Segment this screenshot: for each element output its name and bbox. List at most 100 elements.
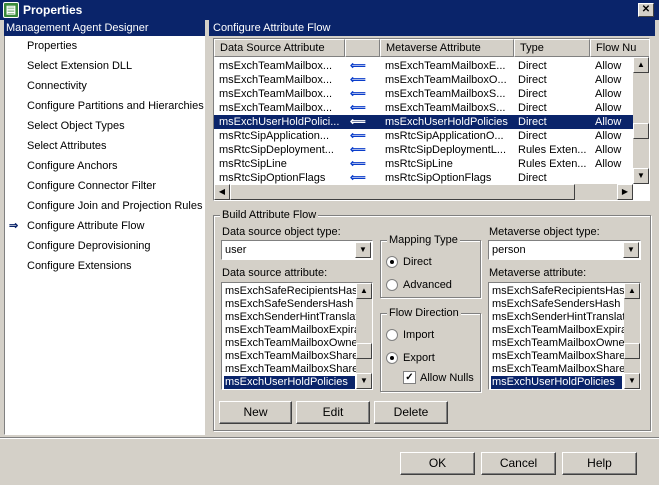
ok-button[interactable]: OK bbox=[400, 452, 475, 475]
grid-vertical-scrollbar[interactable]: ▲ ▼ bbox=[633, 57, 649, 184]
table-row[interactable]: msExchTeamMailbox... ⟸ msExchTeamMailboxS.… bbox=[214, 101, 634, 115]
list-item[interactable]: msExchTeamMailboxShareP bbox=[491, 350, 633, 363]
table-cell: msExchTeamMailboxS... bbox=[385, 102, 506, 114]
table-cell: Rules Exten... bbox=[518, 144, 587, 156]
table-cell: Allow bbox=[595, 102, 622, 114]
flow-arrow-icon: ⟸ bbox=[350, 116, 366, 128]
list-item[interactable]: msExchUserHoldPolicies bbox=[491, 376, 622, 389]
nav-item[interactable]: Configure Deprovisioning bbox=[27, 238, 151, 254]
import-label: Import bbox=[403, 329, 435, 341]
nav-item[interactable]: Configure Extensions bbox=[27, 258, 132, 274]
list-item[interactable]: msExchSafeRecipientsHash bbox=[491, 285, 631, 298]
import-radio[interactable] bbox=[386, 329, 398, 341]
list-item[interactable]: msExchTeamMailboxExpiratio bbox=[224, 324, 372, 337]
scroll-thumb[interactable] bbox=[633, 123, 649, 139]
column-header-direction[interactable] bbox=[345, 39, 380, 57]
scroll-thumb[interactable] bbox=[356, 343, 372, 359]
nav-item[interactable]: Configure Partitions and Hierarchies bbox=[27, 98, 204, 114]
scroll-up-icon[interactable]: ▲ bbox=[633, 57, 649, 73]
table-cell: Direct bbox=[518, 74, 547, 86]
nav-item[interactable]: Configure Join and Projection Rules bbox=[27, 198, 203, 214]
edit-button[interactable]: Edit bbox=[296, 401, 370, 424]
list-item[interactable]: msExchSenderHintTranslatio bbox=[491, 311, 634, 324]
list-item[interactable]: msExchTeamMailboxExpiratio bbox=[491, 324, 639, 337]
mv-list-scrollbar[interactable]: ▲ ▼ bbox=[624, 283, 640, 389]
scroll-down-icon[interactable]: ▼ bbox=[633, 168, 649, 184]
list-item[interactable]: msExchUserHoldPolicies bbox=[224, 376, 355, 389]
nav-item[interactable]: Select Object Types bbox=[27, 118, 125, 134]
table-cell: msExchTeamMailbox... bbox=[219, 60, 333, 72]
cancel-button[interactable]: Cancel bbox=[481, 452, 556, 475]
column-header-flow-nulls[interactable]: Flow Nu bbox=[590, 39, 649, 57]
nav-item[interactable]: Connectivity bbox=[27, 78, 87, 94]
scroll-left-icon[interactable]: ◀ bbox=[214, 184, 230, 200]
scroll-up-icon[interactable]: ▲ bbox=[356, 283, 372, 299]
list-item[interactable]: msExchSenderHintTranslatio bbox=[224, 311, 367, 324]
advanced-radio[interactable] bbox=[386, 279, 398, 291]
table-row[interactable]: msRtcSipOptionFlags ⟸ msRtcSipOptionFlags D… bbox=[214, 171, 634, 185]
data-source-object-type-select[interactable]: user ▼ bbox=[221, 240, 373, 260]
new-button[interactable]: New bbox=[219, 401, 292, 424]
attribute-flow-grid[interactable]: Data Source Attribute Metaverse Attribut… bbox=[213, 38, 650, 201]
list-item[interactable]: msExchTeamMailboxShareP bbox=[224, 363, 366, 376]
nav-item[interactable]: Select Attributes bbox=[27, 138, 107, 154]
list-item[interactable]: msExchSafeSendersHash bbox=[491, 298, 622, 311]
current-step-arrow-icon: ⇒ bbox=[9, 220, 19, 232]
scroll-down-icon[interactable]: ▼ bbox=[356, 373, 372, 389]
nav-item[interactable]: Configure Connector Filter bbox=[27, 178, 156, 194]
ds-list-scrollbar[interactable]: ▲ ▼ bbox=[356, 283, 372, 389]
list-item[interactable]: msExchTeamMailboxShareP bbox=[224, 350, 366, 363]
scroll-thumb[interactable] bbox=[624, 343, 640, 359]
delete-button[interactable]: Delete bbox=[374, 401, 448, 424]
table-cell: msExchTeamMailbox... bbox=[219, 74, 333, 86]
table-row[interactable]: msRtcSipDeployment... ⟸ msRtcSipDeployment… bbox=[214, 143, 634, 157]
column-header-type[interactable]: Type bbox=[514, 39, 590, 57]
export-label: Export bbox=[403, 352, 435, 364]
scroll-up-icon[interactable]: ▲ bbox=[624, 283, 640, 299]
table-row[interactable]: msExchTeamMailbox... ⟸ msExchTeamMailboxO.… bbox=[214, 73, 634, 87]
nav-item[interactable]: Configure Attribute Flow bbox=[27, 218, 144, 234]
allow-nulls-checkbox[interactable]: ✓ bbox=[403, 371, 416, 384]
direct-radio[interactable] bbox=[386, 256, 398, 268]
mapping-type-title: Mapping Type bbox=[387, 234, 460, 246]
metaverse-object-type-select[interactable]: person ▼ bbox=[488, 240, 641, 260]
data-source-attribute-list[interactable]: msExchUserHoldPolicies msExchTeamMailboxS… bbox=[221, 282, 373, 390]
table-row[interactable]: msRtcSipLine ⟸ msRtcSipLine Rules Exten... A… bbox=[214, 157, 634, 171]
help-button[interactable]: Help bbox=[562, 452, 637, 475]
chevron-down-icon[interactable]: ▼ bbox=[355, 242, 371, 258]
grid-horizontal-scrollbar[interactable]: ◀ ▶ bbox=[214, 184, 633, 200]
scroll-down-icon[interactable]: ▼ bbox=[624, 373, 640, 389]
table-cell: msRtcSipLine bbox=[219, 158, 287, 170]
table-cell: Allow bbox=[595, 88, 622, 100]
table-cell: Direct bbox=[518, 88, 547, 100]
table-row[interactable]: msExchUserHoldPolici... ⟸ msExchUserHoldPo… bbox=[214, 115, 634, 129]
table-cell: msExchTeamMailboxE... bbox=[385, 60, 506, 72]
table-cell: msRtcSipDeployment... bbox=[219, 144, 334, 156]
column-header-metaverse-attribute[interactable]: Metaverse Attribute bbox=[380, 39, 514, 57]
table-row[interactable]: msRtcSipApplication... ⟸ msRtcSipApplicati… bbox=[214, 129, 634, 143]
table-cell: msRtcSipOptionFlags bbox=[219, 172, 326, 184]
table-row[interactable]: msExchTeamMailbox... ⟸ msExchTeamMailboxS.… bbox=[214, 87, 634, 101]
list-item[interactable]: msExchSafeSendersHash bbox=[224, 298, 355, 311]
nav-item[interactable]: Properties bbox=[27, 38, 77, 54]
flow-arrow-icon: ⟸ bbox=[350, 88, 366, 100]
table-cell: msRtcSipDeploymentL... bbox=[385, 144, 507, 156]
chevron-down-icon[interactable]: ▼ bbox=[623, 242, 639, 258]
table-cell: Allow bbox=[595, 158, 622, 170]
column-header-data-source-attribute[interactable]: Data Source Attribute bbox=[214, 39, 345, 57]
data-source-object-type-value: user bbox=[225, 244, 247, 256]
nav-item[interactable]: Select Extension DLL bbox=[27, 58, 132, 74]
scroll-right-icon[interactable]: ▶ bbox=[617, 184, 633, 200]
metaverse-attribute-list[interactable]: msExchUserHoldPolicies msExchTeamMailboxS… bbox=[488, 282, 641, 390]
list-item[interactable]: msExchSafeRecipientsHash bbox=[224, 285, 364, 298]
table-cell: msRtcSipLine bbox=[385, 158, 453, 170]
list-item[interactable]: msExchTeamMailboxOwners bbox=[224, 337, 367, 350]
close-button[interactable]: ✕ bbox=[638, 3, 654, 17]
table-row[interactable]: msExchTeamMailbox... ⟸ msExchTeamMailboxE.… bbox=[214, 59, 634, 73]
list-item[interactable]: msExchTeamMailboxShareP bbox=[491, 363, 633, 376]
table-cell: msRtcSipApplicationO... bbox=[385, 130, 504, 142]
nav-item[interactable]: Configure Anchors bbox=[27, 158, 118, 174]
export-radio[interactable] bbox=[386, 352, 398, 364]
list-item[interactable]: msExchTeamMailboxOwners bbox=[491, 337, 634, 350]
horizontal-scroll-thumb[interactable] bbox=[230, 184, 575, 200]
